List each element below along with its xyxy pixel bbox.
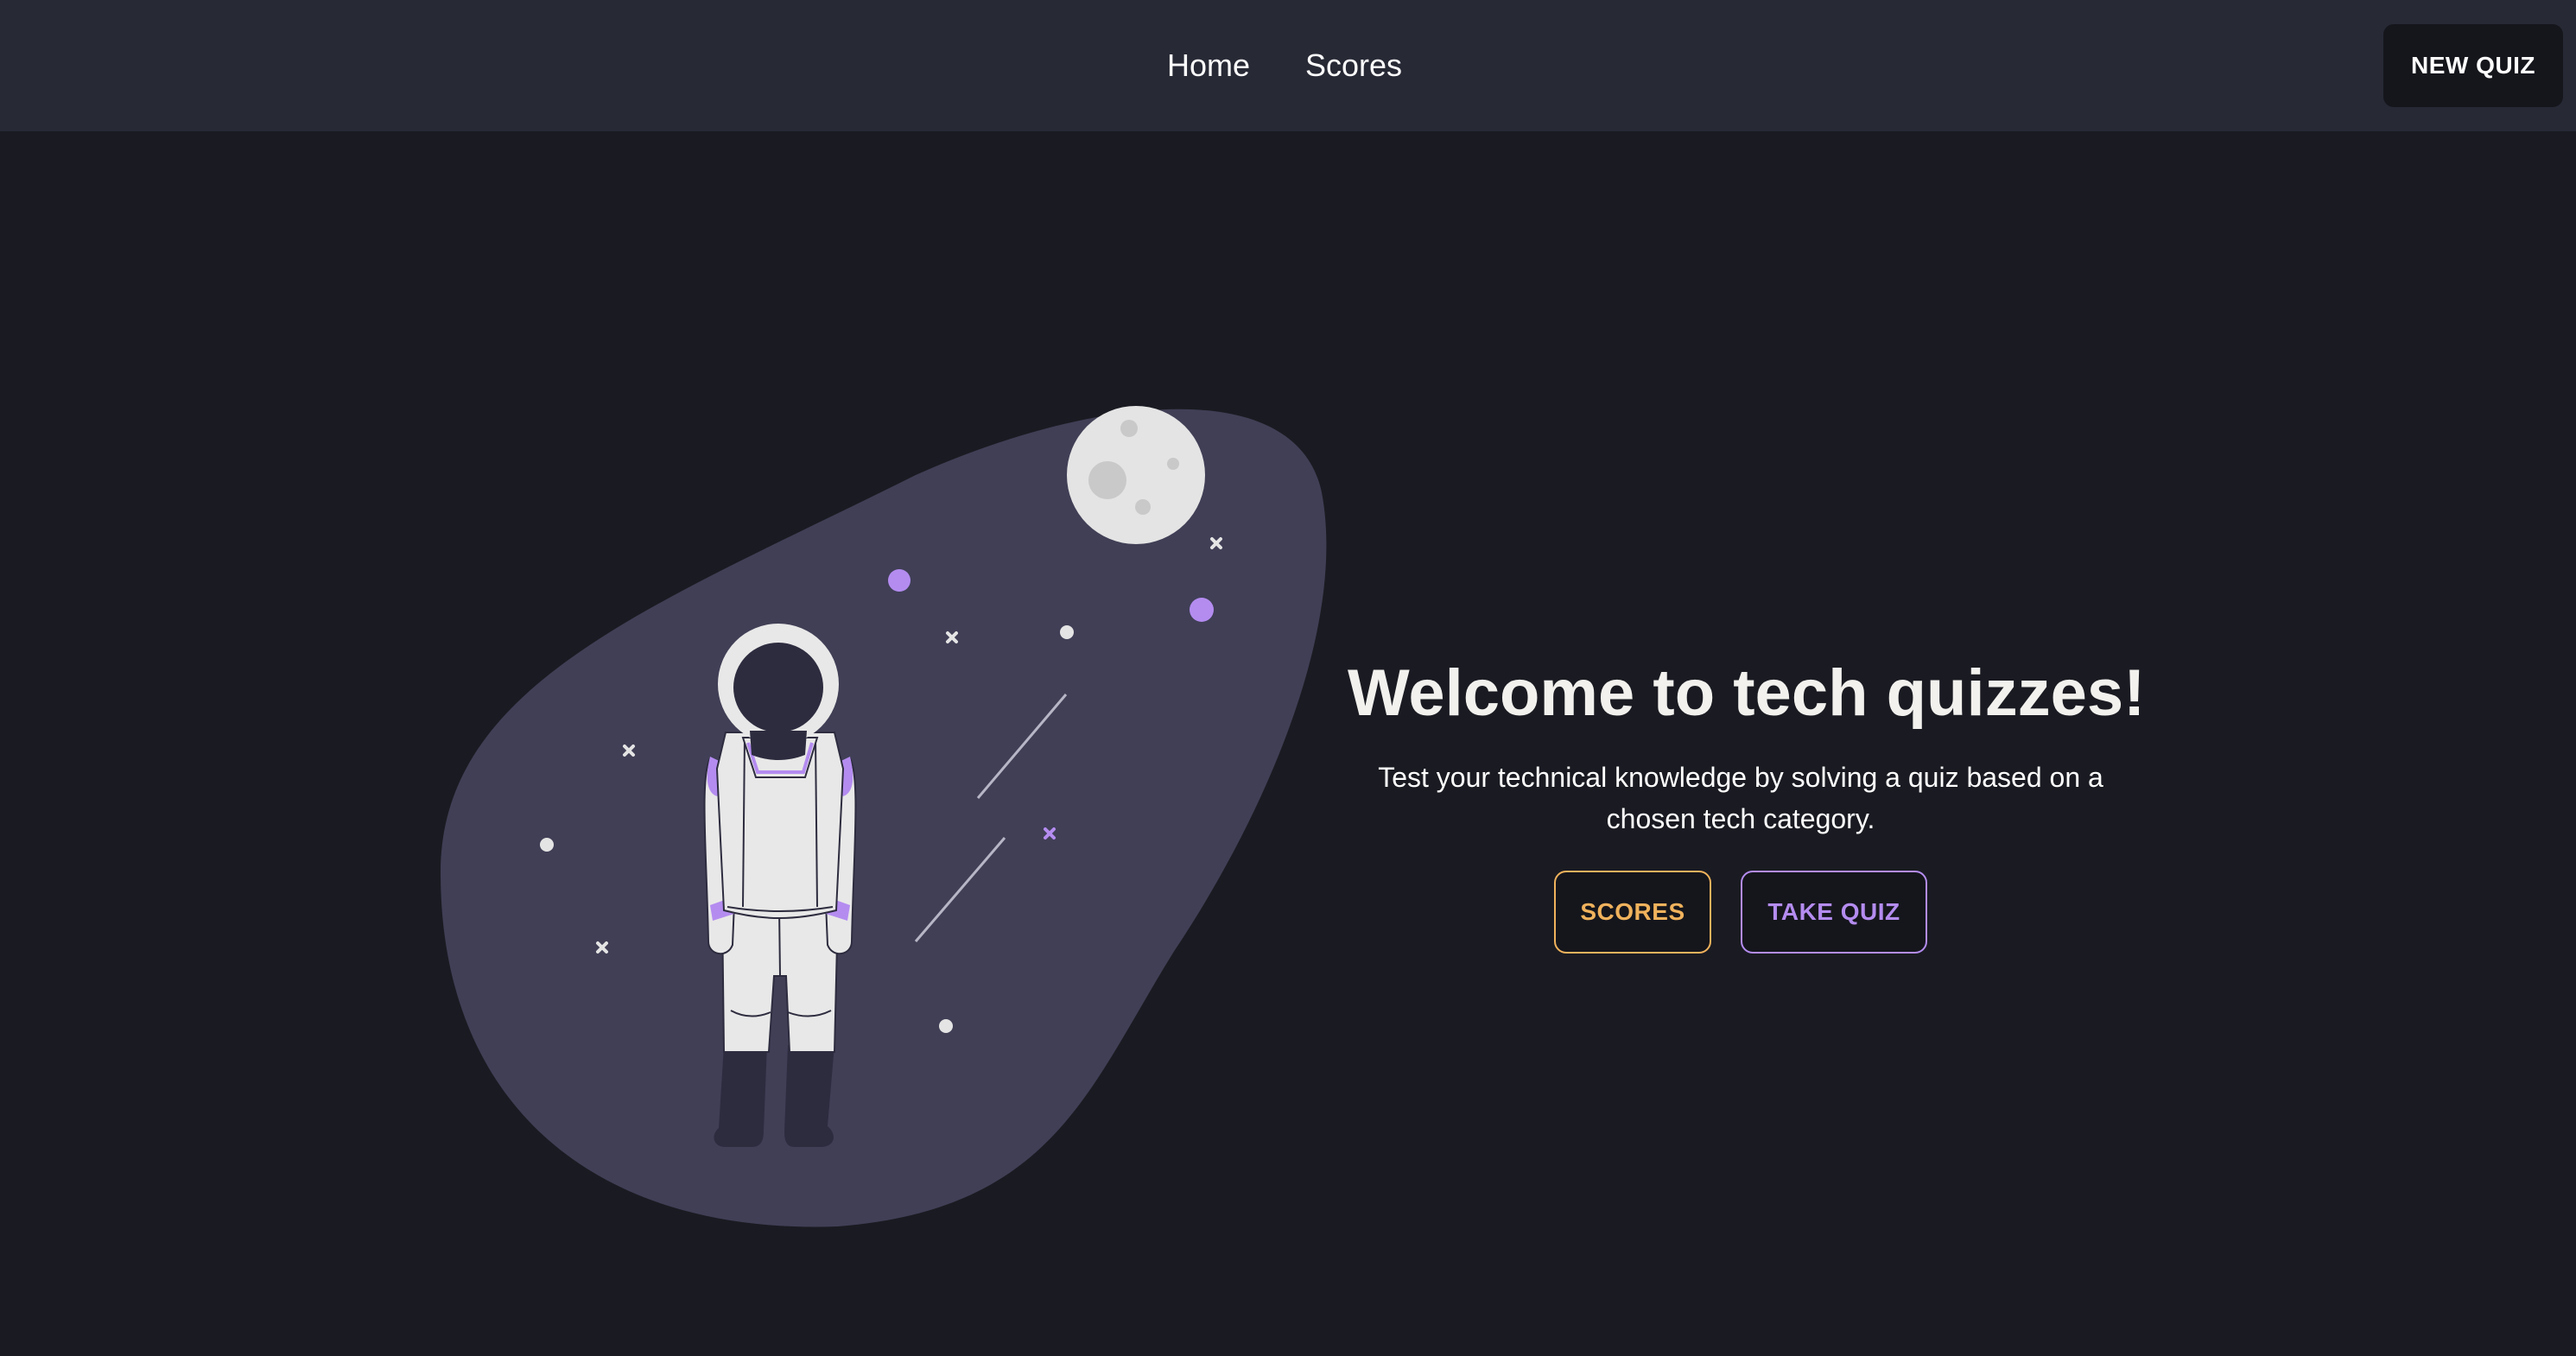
take-quiz-button[interactable]: TAKE QUIZ	[1741, 871, 1927, 954]
scores-button[interactable]: SCORES	[1554, 871, 1711, 954]
hero-section: Welcome to tech quizzes! Test your techn…	[1348, 646, 2146, 954]
planet-dot-icon	[540, 838, 554, 852]
hero-subtitle: Test your technical knowledge by solving…	[1378, 762, 2103, 834]
moon-icon	[1067, 406, 1205, 544]
hero-actions: SCORES TAKE QUIZ	[1348, 871, 2134, 954]
planet-dot-icon	[1190, 598, 1214, 622]
nav-link-home[interactable]: Home	[1167, 0, 1250, 131]
new-quiz-button[interactable]: NEW QUIZ	[2383, 24, 2563, 107]
planet-dot-icon	[939, 1019, 953, 1033]
planet-dot-icon	[1060, 625, 1074, 639]
nav-link-scores[interactable]: Scores	[1305, 0, 1402, 131]
blob-background	[441, 409, 1327, 1227]
top-navigation-bar: Home Scores NEW QUIZ	[0, 0, 2576, 131]
planet-dot-icon	[888, 569, 910, 592]
page-title: Welcome to tech quizzes!	[1348, 656, 2146, 730]
space-illustration	[441, 406, 1327, 1227]
